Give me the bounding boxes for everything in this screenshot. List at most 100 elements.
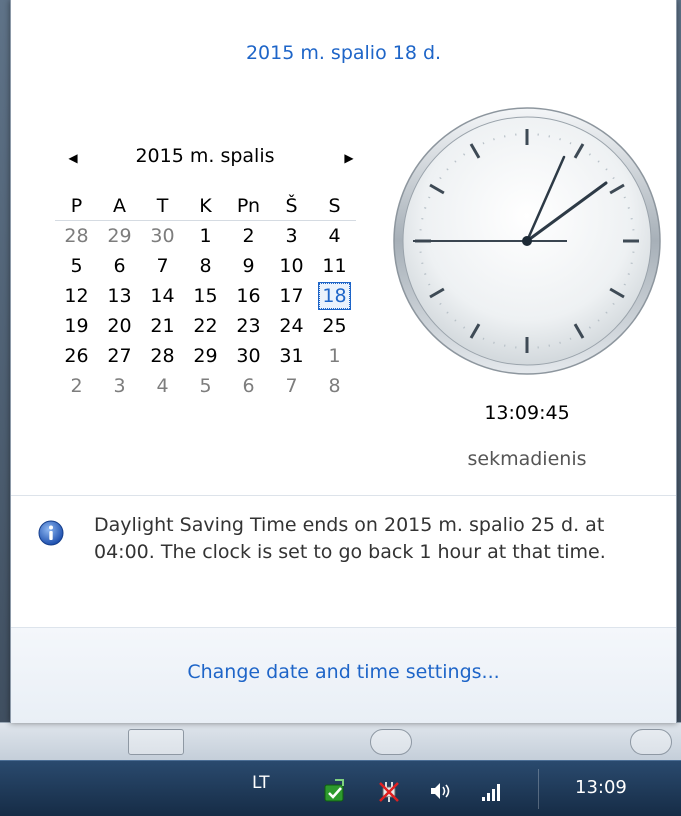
minute-marker (560, 138, 561, 140)
minute-marker (624, 284, 626, 285)
calendar-day[interactable]: 29 (98, 221, 141, 251)
taskbar: LT 13:09 (0, 760, 681, 816)
calendar-day[interactable]: 16 (227, 281, 270, 311)
minute-marker (494, 342, 495, 344)
minute-marker (483, 142, 484, 144)
background-toolbar (0, 722, 681, 761)
calendar-day[interactable]: 6 (98, 251, 141, 281)
sync-check-icon[interactable] (323, 779, 347, 803)
clock-center (522, 236, 532, 246)
background-toolbar-button (370, 729, 412, 755)
calendar-day[interactable]: 12 (55, 281, 98, 311)
minute-marker (424, 208, 426, 209)
calendar-day[interactable]: 27 (98, 341, 141, 371)
calendar-day[interactable]: 7 (270, 371, 313, 401)
calendar-grid: P A T K Pn Š S 28 29 30 1 2 3 4 5 6 7 8 … (55, 192, 356, 401)
calendar-week-row: 19 20 21 22 23 24 25 (55, 311, 356, 341)
minute-marker (628, 274, 630, 275)
long-date-link[interactable]: 2015 m. spalio 18 d. (11, 42, 676, 64)
calendar-day[interactable]: 5 (184, 371, 227, 401)
today-label: 18 (319, 283, 349, 309)
calendar-header: ◀ 2015 m. spalis ▶ (55, 145, 355, 171)
next-month-button[interactable]: ▶ (337, 145, 361, 171)
calendar-day[interactable]: 6 (227, 371, 270, 401)
calendar-day[interactable]: 31 (270, 341, 313, 371)
calendar-day-today[interactable]: 18 (313, 281, 356, 311)
calendar-day[interactable]: 30 (141, 221, 184, 251)
calendar-day[interactable]: 8 (313, 371, 356, 401)
minute-marker (570, 338, 571, 340)
calendar-day[interactable]: 4 (313, 221, 356, 251)
calendar-day[interactable]: 22 (184, 311, 227, 341)
calendar-day[interactable]: 9 (227, 251, 270, 281)
minute-marker (628, 208, 630, 209)
calendar-day[interactable]: 8 (184, 251, 227, 281)
taskbar-clock[interactable]: 13:09 (575, 777, 627, 798)
calendar-day[interactable]: 4 (141, 371, 184, 401)
calendar-day[interactable]: 28 (55, 221, 98, 251)
calendar-day[interactable]: 30 (227, 341, 270, 371)
calendar-day[interactable]: 17 (270, 281, 313, 311)
calendar-day[interactable]: 13 (98, 281, 141, 311)
background-toolbar-button (128, 729, 184, 755)
calendar-week-row: 26 27 28 29 30 31 1 (55, 341, 356, 371)
tray-separator (538, 769, 539, 809)
language-indicator[interactable]: LT (252, 773, 270, 793)
speaker-icon[interactable] (428, 779, 452, 803)
weekday-label: A (98, 192, 141, 220)
calendar-week-row: 28 29 30 1 2 3 4 (55, 221, 356, 251)
calendar-week-row: 2 3 4 5 6 7 8 (55, 371, 356, 401)
minute-marker (424, 274, 426, 275)
calendar-day[interactable]: 20 (98, 311, 141, 341)
change-date-time-settings-link[interactable]: Change date and time settings... (11, 661, 676, 683)
calendar-day[interactable]: 23 (227, 311, 270, 341)
minute-marker (560, 342, 561, 344)
calendar-day[interactable]: 21 (141, 311, 184, 341)
calendar-day[interactable]: 24 (270, 311, 313, 341)
dst-info-text: Daylight Saving Time ends on 2015 m. spa… (94, 512, 669, 566)
calendar-day[interactable]: 14 (141, 281, 184, 311)
date-time-flyout: 2015 m. spalio 18 d. ◀ 2015 m. spalis ▶ … (10, 0, 677, 723)
digital-time: 13:09:45 (391, 402, 663, 424)
calendar-week-row: 12 13 14 15 16 17 18 (55, 281, 356, 311)
weekday-label: T (141, 192, 184, 220)
weekday-header-row: P A T K Pn Š S (55, 192, 356, 221)
minute-marker (428, 197, 430, 198)
calendar-day[interactable]: 11 (313, 251, 356, 281)
calendar-day[interactable]: 26 (55, 341, 98, 371)
calendar-day[interactable]: 25 (313, 311, 356, 341)
weekday-name: sekmadienis (391, 448, 663, 470)
weekday-label: Pn (227, 192, 270, 220)
background-toolbar-button (630, 729, 672, 755)
weekday-label: S (313, 192, 356, 220)
calendar-day[interactable]: 1 (313, 341, 356, 371)
previous-month-button[interactable]: ◀ (61, 145, 85, 171)
calendar-day[interactable]: 2 (227, 221, 270, 251)
weekday-label: Š (270, 192, 313, 220)
minute-marker (428, 284, 430, 285)
calendar-day[interactable]: 29 (184, 341, 227, 371)
calendar-month-title[interactable]: 2015 m. spalis (115, 145, 295, 167)
flyout-footer: Change date and time settings... (11, 627, 676, 723)
minute-marker (494, 138, 495, 140)
calendar-day[interactable]: 7 (141, 251, 184, 281)
info-icon (38, 520, 64, 546)
calendar-day[interactable]: 3 (98, 371, 141, 401)
calendar-day[interactable]: 19 (55, 311, 98, 341)
minute-marker (570, 142, 571, 144)
minute-marker (624, 197, 626, 198)
calendar-day[interactable]: 5 (55, 251, 98, 281)
calendar-day[interactable]: 15 (184, 281, 227, 311)
calendar-day[interactable]: 2 (55, 371, 98, 401)
calendar-day[interactable]: 3 (270, 221, 313, 251)
signal-bars-icon[interactable] (480, 779, 504, 803)
calendar-day[interactable]: 1 (184, 221, 227, 251)
calendar-day[interactable]: 10 (270, 251, 313, 281)
weekday-label: K (184, 192, 227, 220)
weekday-label: P (55, 192, 98, 220)
minute-marker (483, 338, 484, 340)
power-plug-icon[interactable] (378, 779, 402, 803)
calendar-day[interactable]: 28 (141, 341, 184, 371)
section-divider (11, 495, 676, 496)
analog-clock (391, 105, 663, 377)
